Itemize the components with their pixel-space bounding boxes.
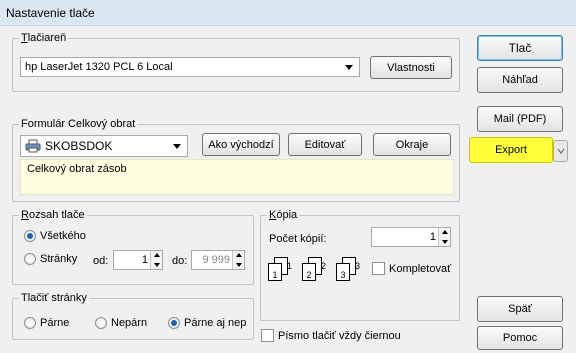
printer-icon — [25, 139, 41, 153]
printer-select[interactable]: hp LaserJet 1320 PCL 6 Local — [20, 57, 360, 77]
print-settings-dialog: Tlačiareň hp LaserJet 1320 PCL 6 Local V… — [0, 26, 576, 353]
radio-selected-icon — [168, 317, 180, 329]
pages-both-radio[interactable]: Párne aj nep — [168, 317, 246, 329]
print-pages-legend: Tlačiť stránky — [21, 292, 87, 304]
mail-pdf-button[interactable]: Mail (PDF) — [477, 106, 563, 132]
set-default-button[interactable]: Ako východzí — [202, 133, 280, 156]
form-legend: Formulár Celkový obrat — [21, 118, 136, 130]
pages-even-radio[interactable]: Nepárn — [95, 317, 147, 329]
collate-label: Kompletovať — [389, 262, 452, 275]
print-range-legend: Rozsah tlače — [21, 209, 85, 221]
black-text-checkbox[interactable]: Písmo tlačiť vždy čiernou — [261, 329, 401, 342]
range-pages-label: Stránky — [40, 253, 78, 265]
page-3-icon: 3 — [336, 263, 350, 281]
pages-even-label: Nepárn — [111, 317, 148, 329]
form-select[interactable]: SKOBSDOK — [20, 135, 188, 157]
range-from-label: od: — [93, 255, 109, 267]
form-description: Celkový obrat zásob — [20, 159, 454, 195]
range-to-label: do: — [172, 255, 188, 267]
printer-select-value: hp LaserJet 1320 PCL 6 Local — [25, 61, 173, 73]
copies-count-input[interactable]: 1 — [371, 227, 451, 247]
spin-arrows-icon[interactable] — [232, 251, 244, 269]
print-pages-group: Tlačiť stránky — [12, 292, 254, 340]
print-button[interactable]: Tlač — [477, 35, 563, 61]
checkbox-unchecked-icon — [372, 262, 385, 275]
back-button[interactable]: Späť — [477, 296, 563, 322]
help-button[interactable]: Pomoc — [477, 326, 563, 350]
edit-button[interactable]: Editovať — [288, 133, 362, 156]
copies-legend: Kópia — [269, 209, 298, 221]
print-range-group: Rozsah tlače — [12, 209, 254, 285]
title-bar: Nastavenie tlače — [0, 0, 576, 26]
pages-odd-label: Párne — [40, 317, 70, 329]
copies-count-value: 1 — [429, 231, 436, 243]
radio-unselected-icon — [95, 317, 107, 329]
black-text-label: Písmo tlačiť vždy čiernou — [278, 329, 401, 342]
range-to-value: 9 999 — [202, 254, 230, 266]
radio-selected-icon — [24, 230, 36, 242]
range-all-radio[interactable]: Všetkého — [24, 230, 86, 242]
copies-count-label: Počet kópií: — [269, 233, 327, 245]
window-title: Nastavenie tlače — [6, 6, 95, 20]
page-1-icon: 1 — [268, 263, 282, 281]
form-select-value: SKOBSDOK — [45, 139, 113, 153]
properties-button[interactable]: Vlastnosti — [370, 56, 452, 79]
pages-both-label: Párne aj nep — [184, 317, 247, 329]
collate-illustration: 1 2 3 1 2 3 — [268, 253, 368, 299]
margins-button[interactable]: Okraje — [373, 133, 451, 156]
range-to-input[interactable]: 9 999 — [191, 250, 245, 270]
chevron-down-icon — [345, 65, 353, 70]
export-button[interactable]: Export — [469, 137, 553, 163]
range-all-label: Všetkého — [40, 230, 86, 242]
range-from-input[interactable]: 1 — [113, 250, 163, 270]
radio-unselected-icon — [24, 253, 36, 265]
radio-unselected-icon — [24, 317, 36, 329]
pages-odd-radio[interactable]: Párne — [24, 317, 69, 329]
chevron-down-icon — [557, 148, 564, 154]
checkbox-unchecked-icon — [261, 329, 274, 342]
export-menu-button[interactable] — [553, 140, 568, 162]
page-2-icon: 2 — [302, 263, 316, 281]
range-pages-radio[interactable]: Stránky — [24, 253, 77, 265]
form-description-text: Celkový obrat zásob — [27, 163, 127, 175]
range-from-value: 1 — [141, 254, 148, 266]
spin-arrows-icon[interactable] — [438, 228, 450, 246]
chevron-down-icon — [173, 144, 181, 149]
spin-arrows-icon[interactable] — [150, 251, 162, 269]
collate-checkbox[interactable]: Kompletovať — [372, 262, 451, 275]
preview-button[interactable]: Náhľad — [477, 67, 563, 93]
printer-legend: Tlačiareň — [21, 32, 67, 44]
